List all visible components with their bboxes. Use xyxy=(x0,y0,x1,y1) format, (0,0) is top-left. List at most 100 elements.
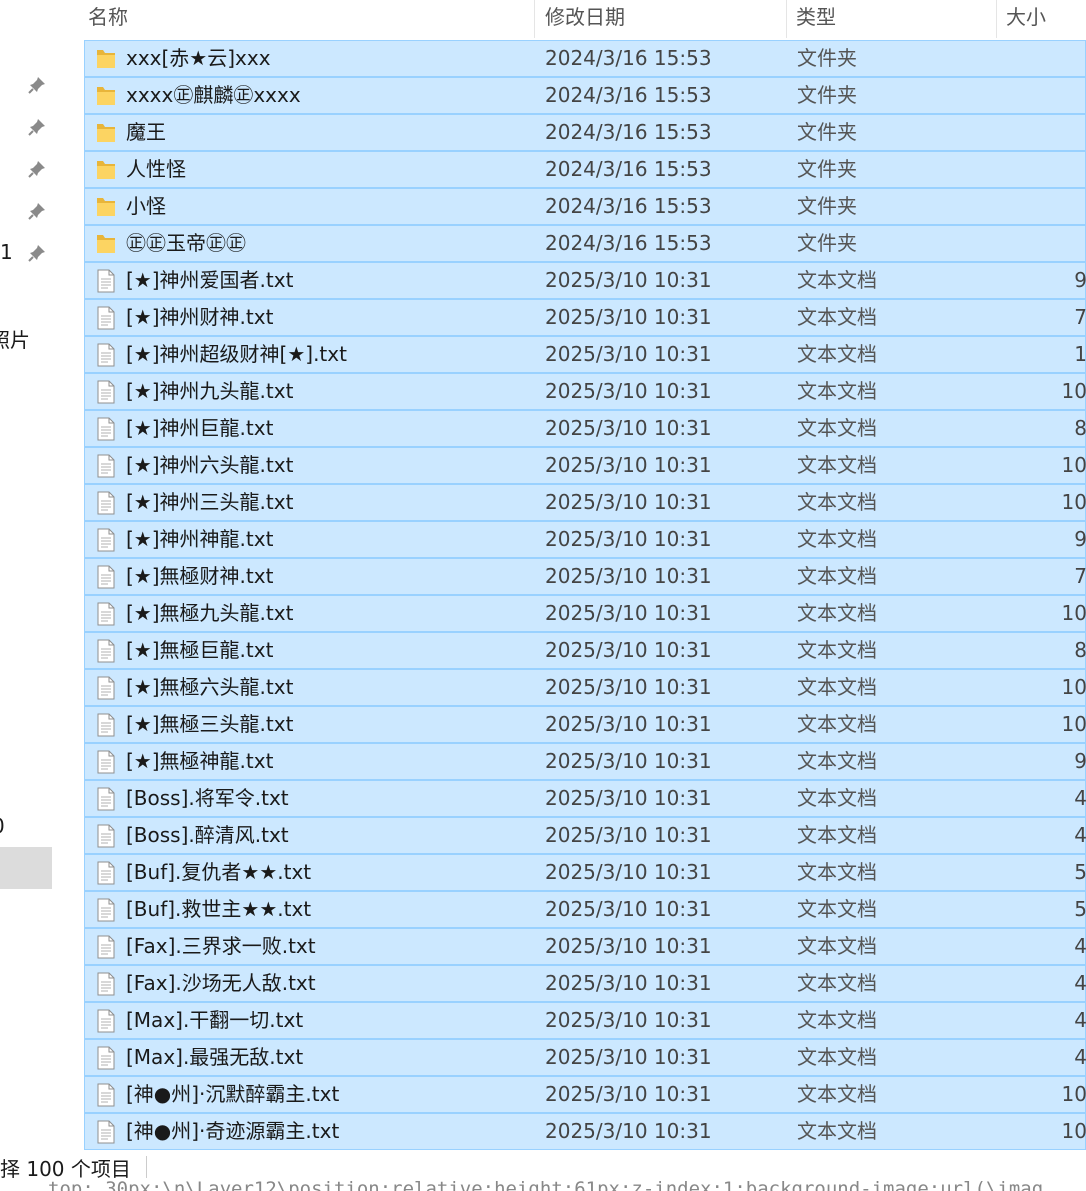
file-type: 文件夹 xyxy=(797,157,857,181)
file-row[interactable]: xxxx㊣麒麟㊣xxxx 2024/3/16 15:53 文件夹 xyxy=(84,77,1086,114)
folder-icon xyxy=(95,195,117,219)
file-row[interactable]: [Fax].沙场无人敌.txt 2025/3/10 10:31 文本文档 4 xyxy=(84,965,1086,1002)
file-row[interactable]: [★]無極九头龍.txt 2025/3/10 10:31 文本文档 10 xyxy=(84,595,1086,632)
text-file-icon xyxy=(95,454,117,478)
nav-item-selected[interactable] xyxy=(0,847,52,889)
file-row[interactable]: [Max].最强无敌.txt 2025/3/10 10:31 文本文档 4 xyxy=(84,1039,1086,1076)
file-type: 文本文档 xyxy=(797,416,877,440)
file-row[interactable]: 小怪 2024/3/16 15:53 文件夹 xyxy=(84,188,1086,225)
text-file-icon xyxy=(95,528,117,552)
file-row[interactable]: [Fax].三界求一败.txt 2025/3/10 10:31 文本文档 4 xyxy=(84,928,1086,965)
background-code-text: top: 30px;\n\Layer12\position:relative;h… xyxy=(48,1178,1044,1191)
pin-icon[interactable] xyxy=(26,158,48,180)
file-type: 文本文档 xyxy=(797,971,877,995)
file-name: [Max].干翻一切.txt xyxy=(126,1008,304,1032)
folder-icon xyxy=(95,232,117,256)
file-row[interactable]: ㊣㊣玉帝㊣㊣ 2024/3/16 15:53 文件夹 xyxy=(84,225,1086,262)
file-size: 5 xyxy=(1074,897,1086,921)
file-name: [★]神州超级财神[★].txt xyxy=(126,342,347,366)
text-file-icon xyxy=(95,1009,117,1033)
file-date: 2025/3/10 10:31 xyxy=(545,453,712,477)
file-row[interactable]: [★]神州巨龍.txt 2025/3/10 10:31 文本文档 8 xyxy=(84,410,1086,447)
file-name: [★]神州巨龍.txt xyxy=(126,416,274,440)
file-size: 7 xyxy=(1074,305,1086,329)
file-row[interactable]: [★]無極巨龍.txt 2025/3/10 10:31 文本文档 8 xyxy=(84,632,1086,669)
file-row[interactable]: [神●州]·沉默醉霸主.txt 2025/3/10 10:31 文本文档 10 xyxy=(84,1076,1086,1113)
file-name: [Boss].醉清风.txt xyxy=(126,823,289,847)
pin-icon[interactable] xyxy=(26,200,48,222)
file-row[interactable]: [★]神州爱国者.txt 2025/3/10 10:31 文本文档 9 xyxy=(84,262,1086,299)
file-type: 文件夹 xyxy=(797,46,857,70)
nav-item-fragment[interactable]: 0 xyxy=(0,814,5,838)
column-header-bar: 名称 修改日期 类型 大小 xyxy=(84,0,1086,40)
file-row[interactable]: [★]無極神龍.txt 2025/3/10 10:31 文本文档 9 xyxy=(84,743,1086,780)
file-size: 4 xyxy=(1074,1045,1086,1069)
column-header-name[interactable]: 名称 xyxy=(84,0,535,38)
file-name: [★]神州爱国者.txt xyxy=(126,268,294,292)
file-size xyxy=(1025,226,1086,261)
pin-icon[interactable] xyxy=(26,116,48,138)
file-date: 2025/3/10 10:31 xyxy=(545,934,712,958)
column-header-type[interactable]: 类型 xyxy=(792,0,997,38)
file-row[interactable]: [★]神州九头龍.txt 2025/3/10 10:31 文本文档 10 xyxy=(84,373,1086,410)
file-row[interactable]: [★]神州财神.txt 2025/3/10 10:31 文本文档 7 xyxy=(84,299,1086,336)
file-type: 文件夹 xyxy=(797,194,857,218)
file-row[interactable]: [★]無極三头龍.txt 2025/3/10 10:31 文本文档 10 xyxy=(84,706,1086,743)
file-size: 10 xyxy=(1061,1082,1086,1106)
file-size: 4 xyxy=(1074,823,1086,847)
file-type: 文件夹 xyxy=(797,120,857,144)
file-row[interactable]: [Buf].救世主★★.txt 2025/3/10 10:31 文本文档 5 xyxy=(84,891,1086,928)
file-row[interactable]: [Boss].将军令.txt 2025/3/10 10:31 文本文档 4 xyxy=(84,780,1086,817)
file-type: 文件夹 xyxy=(797,83,857,107)
column-header-date[interactable]: 修改日期 xyxy=(541,0,787,38)
file-date: 2024/3/16 15:53 xyxy=(545,46,712,70)
nav-item-fragment[interactable]: 1 xyxy=(0,240,13,264)
file-row[interactable]: [Buf].复仇者★★.txt 2025/3/10 10:31 文本文档 5 xyxy=(84,854,1086,891)
file-type: 文本文档 xyxy=(797,379,877,403)
nav-item-photos[interactable]: 照片 xyxy=(0,324,30,353)
file-name: [★]無極财神.txt xyxy=(126,564,274,588)
file-type: 文本文档 xyxy=(797,1045,877,1069)
text-file-icon xyxy=(95,565,117,589)
file-type: 文本文档 xyxy=(797,342,877,366)
file-row[interactable]: [Max].干翻一切.txt 2025/3/10 10:31 文本文档 4 xyxy=(84,1002,1086,1039)
text-file-icon xyxy=(95,417,117,441)
file-row[interactable]: xxx[赤★云]xxx 2024/3/16 15:53 文件夹 xyxy=(84,40,1086,77)
text-file-icon xyxy=(95,1120,117,1144)
file-type: 文本文档 xyxy=(797,564,877,588)
file-row[interactable]: [★]神州超级财神[★].txt 2025/3/10 10:31 文本文档 1 xyxy=(84,336,1086,373)
file-date: 2025/3/10 10:31 xyxy=(545,786,712,810)
file-size xyxy=(1025,189,1086,224)
file-row[interactable]: 魔王 2024/3/16 15:53 文件夹 xyxy=(84,114,1086,151)
file-type: 文本文档 xyxy=(797,490,877,514)
file-row[interactable]: [★]無極财神.txt 2025/3/10 10:31 文本文档 7 xyxy=(84,558,1086,595)
file-type: 文本文档 xyxy=(797,268,877,292)
file-type: 文本文档 xyxy=(797,601,877,625)
column-header-size[interactable]: 大小 xyxy=(1002,0,1086,38)
file-name: [★]無極九头龍.txt xyxy=(126,601,294,625)
file-date: 2025/3/10 10:31 xyxy=(545,564,712,588)
text-file-icon xyxy=(95,380,117,404)
file-row[interactable]: [★]神州三头龍.txt 2025/3/10 10:31 文本文档 10 xyxy=(84,484,1086,521)
file-size: 1 xyxy=(1074,342,1086,366)
pin-icon[interactable] xyxy=(26,74,48,96)
file-row[interactable]: [★]神州六头龍.txt 2025/3/10 10:31 文本文档 10 xyxy=(84,447,1086,484)
text-file-icon xyxy=(95,713,117,737)
file-row[interactable]: 人性怪 2024/3/16 15:53 文件夹 xyxy=(84,151,1086,188)
file-type: 文本文档 xyxy=(797,1082,877,1106)
text-file-icon xyxy=(95,861,117,885)
file-date: 2025/3/10 10:31 xyxy=(545,342,712,366)
file-row[interactable]: [★]神州神龍.txt 2025/3/10 10:31 文本文档 9 xyxy=(84,521,1086,558)
file-name: [Max].最强无敌.txt xyxy=(126,1045,304,1069)
pin-icon[interactable] xyxy=(26,242,48,264)
file-row[interactable]: [★]無極六头龍.txt 2025/3/10 10:31 文本文档 10 xyxy=(84,669,1086,706)
file-date: 2025/3/10 10:31 xyxy=(545,1045,712,1069)
file-row[interactable]: [Boss].醉清风.txt 2025/3/10 10:31 文本文档 4 xyxy=(84,817,1086,854)
file-date: 2024/3/16 15:53 xyxy=(545,194,712,218)
file-type: 文本文档 xyxy=(797,897,877,921)
file-date: 2025/3/10 10:31 xyxy=(545,379,712,403)
file-name: [★]神州神龍.txt xyxy=(126,527,274,551)
folder-icon xyxy=(95,84,117,108)
file-date: 2025/3/10 10:31 xyxy=(545,675,712,699)
file-row[interactable]: [神●州]·奇迹源霸主.txt 2025/3/10 10:31 文本文档 10 xyxy=(84,1113,1086,1150)
